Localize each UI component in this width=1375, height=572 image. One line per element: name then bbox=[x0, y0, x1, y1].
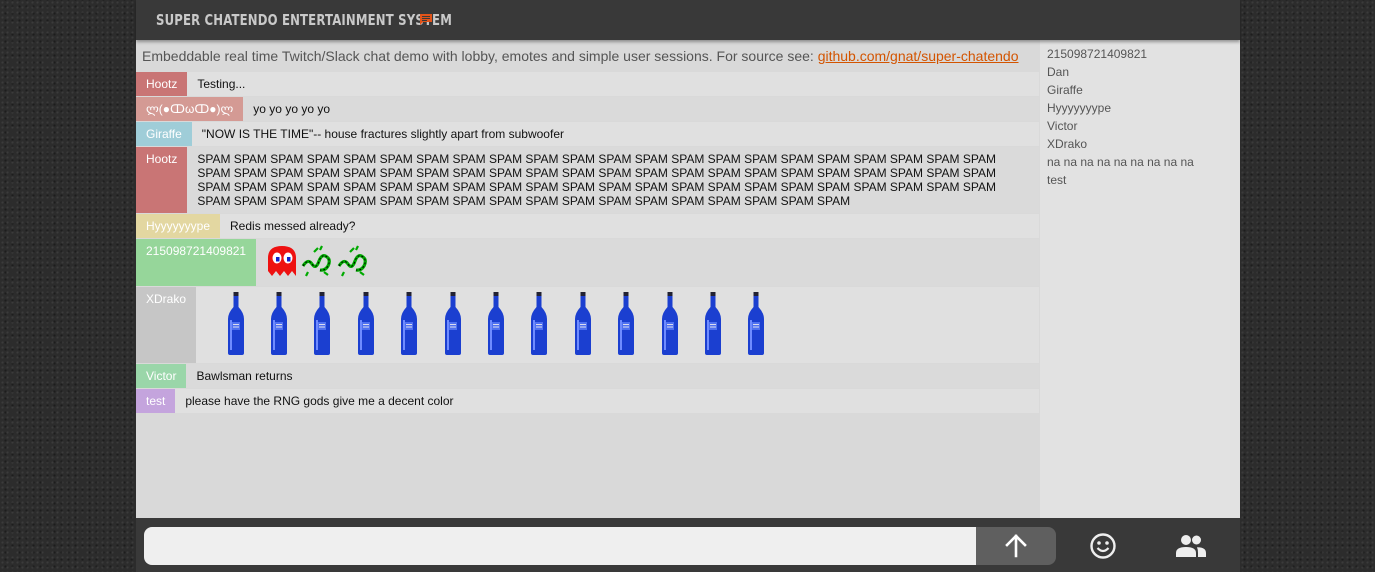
message-nick[interactable]: test bbox=[136, 389, 176, 413]
message-row: Hootz Testing... bbox=[136, 72, 1039, 96]
user-list-item[interactable]: Dan bbox=[1040, 64, 1240, 82]
bottle-icon bbox=[691, 292, 734, 358]
bottle-icon bbox=[518, 292, 561, 358]
message-text: "NOW IS THE TIME"-- house fractures slig… bbox=[201, 127, 564, 141]
razer-snake-icon bbox=[300, 244, 334, 281]
message-text: please have the RNG gods give me a decen… bbox=[185, 394, 454, 408]
message-text: Testing... bbox=[197, 77, 246, 91]
user-list-item[interactable]: na na na na na na na na na bbox=[1040, 154, 1240, 172]
bottle-icon bbox=[214, 292, 257, 358]
user-list-item[interactable]: test bbox=[1040, 172, 1240, 190]
header-bar: SUPER CHATENDO ENTERTAINMENT SYSTEM bbox=[136, 0, 1240, 40]
bottle-icon bbox=[257, 292, 300, 358]
message-text: yo yo yo yo yo bbox=[253, 102, 331, 116]
message-nick[interactable]: ლ(●ↀωↀ●)ლ bbox=[136, 97, 244, 121]
message-nick[interactable]: Hootz bbox=[136, 72, 188, 96]
bottle-icon bbox=[648, 292, 691, 358]
message-row: ლ(●ↀωↀ●)ლ yo yo yo yo yo bbox=[136, 97, 1039, 121]
bottle-icon bbox=[474, 292, 517, 358]
message-row: Victor Bawlsman returns bbox=[136, 364, 1039, 388]
razer-snake-icon bbox=[336, 244, 370, 281]
smiley-icon[interactable] bbox=[1089, 532, 1117, 560]
message-list: Hootz Testing... ლ(●ↀωↀ●)ლ yo yo yo yo yo Gi… bbox=[136, 72, 1039, 413]
user-list-item[interactable]: XDrako bbox=[1040, 136, 1240, 154]
user-list: 215098721409821 Dan Giraffe Hyyyyyyype Victo… bbox=[1040, 40, 1240, 518]
bottle-icon bbox=[431, 292, 474, 358]
message-row: Giraffe "NOW IS THE TIME"-- house fractur… bbox=[136, 122, 1039, 146]
bottle-icon bbox=[605, 292, 648, 358]
message-input[interactable] bbox=[144, 527, 976, 565]
bottle-icon bbox=[735, 292, 778, 358]
message-nick[interactable]: Giraffe bbox=[136, 122, 192, 146]
message-nick[interactable]: 215098721409821 bbox=[136, 239, 257, 286]
message-nick[interactable]: Victor bbox=[136, 364, 187, 388]
message-text: SPAM SPAM SPAM SPAM SPAM SPAM SPAM SPAM … bbox=[197, 152, 996, 208]
user-list-item[interactable]: Giraffe bbox=[1040, 82, 1240, 100]
chat-app: SUPER CHATENDO ENTERTAINMENT SYSTEM Embe… bbox=[136, 0, 1240, 572]
bottle-icon bbox=[301, 292, 344, 358]
message-text: Bawlsman returns bbox=[196, 369, 293, 383]
bottle-emote-list bbox=[196, 287, 788, 363]
message-row: Hyyyyyyype Redis messed already? bbox=[136, 214, 1039, 238]
footer-bar bbox=[136, 518, 1240, 572]
message-nick[interactable]: Hyyyyyyype bbox=[136, 214, 221, 238]
user-list-item[interactable]: Victor bbox=[1040, 118, 1240, 136]
bottle-icon bbox=[561, 292, 604, 358]
message-row: Hootz SPAM SPAM SPAM SPAM SPAM SPAM SPAM … bbox=[136, 147, 1039, 213]
message-nick[interactable]: Hootz bbox=[136, 147, 188, 213]
app-title: SUPER CHATENDO ENTERTAINMENT SYSTEM bbox=[156, 11, 452, 29]
pacman-ghost-icon bbox=[266, 244, 298, 281]
emote-list bbox=[256, 239, 382, 286]
send-button[interactable] bbox=[976, 527, 1056, 565]
message-row: 215098721409821 bbox=[136, 239, 1039, 286]
message-row: test please have the RNG gods give me a d… bbox=[136, 389, 1039, 413]
bottle-icon bbox=[344, 292, 387, 358]
message-area[interactable]: Embeddable real time Twitch/Slack chat d… bbox=[136, 40, 1039, 518]
user-list-item[interactable]: 215098721409821 bbox=[1040, 46, 1240, 64]
message-nick[interactable]: XDrako bbox=[136, 287, 197, 363]
bottle-icon bbox=[388, 292, 431, 358]
chat-bubble-icon bbox=[420, 14, 432, 25]
arrow-up-icon bbox=[1005, 534, 1027, 558]
user-list-item[interactable]: Hyyyyyyype bbox=[1040, 100, 1240, 118]
intro-text: Embeddable real time Twitch/Slack chat d… bbox=[142, 48, 1019, 64]
people-icon[interactable] bbox=[1176, 533, 1206, 559]
message-row: XDrako bbox=[136, 287, 1039, 363]
message-text: Redis messed already? bbox=[230, 219, 356, 233]
source-link[interactable]: github.com/gnat/super-chatendo bbox=[818, 48, 1019, 64]
